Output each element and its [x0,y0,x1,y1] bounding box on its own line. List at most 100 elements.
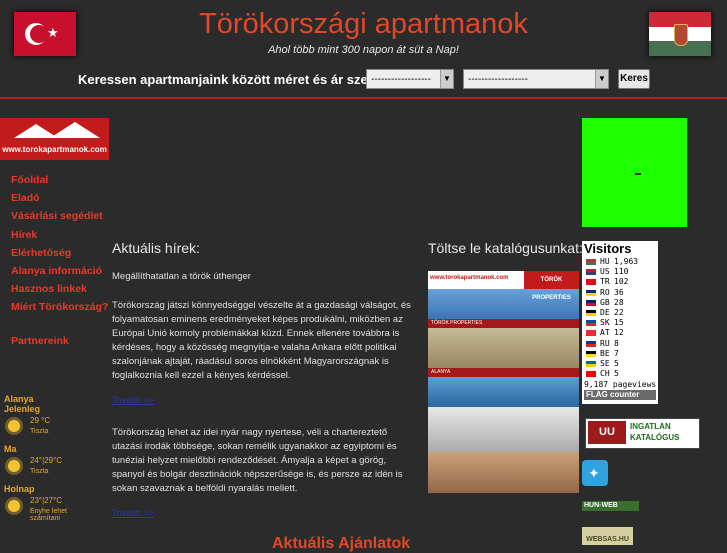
ingatlan-line2: KATALÓGUS [630,433,680,442]
visitor-count: 8 [614,338,619,348]
catalog-header: www.torokapartmanok.com TÖRÖK PROPERTIES [428,271,579,301]
read-more-link[interactable]: Tovább >> [112,506,417,520]
news-headline: Megállíthatatlan a török úthenger [112,271,251,282]
hungary-flag-icon [649,12,711,56]
nav-item-alanya-info[interactable]: Alanya információ [11,265,108,283]
ingatlan-logo: UU [588,421,626,444]
nav-item-for-sale[interactable]: Eladó [11,192,108,210]
country-code: RU [600,338,610,348]
country-code: SK [600,318,610,328]
price-select[interactable]: ------------------ ▼ [463,69,609,89]
hunweb-banner[interactable]: HUN-WEB [582,501,639,511]
house-roof-icon [50,122,100,138]
site-subtitle: Ahol több mint 300 napon át süt a Nap! [268,44,459,56]
size-select[interactable]: ------------------ ▼ [366,69,454,89]
visitor-row: RO 36 [582,288,658,298]
country-code: BE [600,348,610,358]
visitor-row: BE 7 [582,349,658,359]
weather-city: Ma [4,444,17,454]
country-flag-icon [586,371,596,378]
ingatlan-line1: INGATLAN [630,422,671,431]
visitor-row: RU 8 [582,339,658,349]
country-code: SE [600,358,610,368]
visitor-count: 102 [614,277,629,287]
country-flag-icon [586,299,596,306]
visitor-row: US 110 [582,267,658,277]
country-flag-icon [586,259,596,265]
weather-desc: Tiszta [30,468,49,475]
chevron-down-icon: ▼ [440,70,453,88]
sun-icon [8,420,20,432]
visitor-count: 36 [614,287,624,297]
nav-item-home[interactable]: Főoldal [11,174,108,192]
catalog-image [428,328,579,368]
weather-desc: Tiszta [30,428,49,435]
country-code: GB [600,297,610,307]
visitors-list: HU 1,963 US 110 TR 102 RO 36 GB 28 DE 22 SK 15 AT 12 RU 8… [582,257,658,379]
visitor-row: SK 15 [582,318,658,328]
weather-temp: 23°|27°C [30,496,63,505]
country-flag-icon [586,279,596,286]
country-flag-icon [586,289,596,296]
country-code: RO [600,287,610,297]
visitor-count: 5 [614,358,619,368]
nav-item-useful-links[interactable]: Hasznos linkek [11,283,108,301]
websas-banner[interactable]: WEBSAS.HU [582,527,633,545]
site-title: Törökországi apartmanok [199,8,528,40]
nav-item-buying-guide[interactable]: Vásárlási segédlet [11,210,108,228]
catalog-brand: TÖRÖK PROPERTIES [524,271,579,301]
nav-item-contact[interactable]: Elérhetőség [11,247,108,265]
flag-counter-logo: FLAG counter [584,390,656,401]
pageviews-count: 9,187 pageviews [584,380,657,390]
news-body: Megállíthatatlan a török úthenger Töröko… [112,270,417,539]
site-logo[interactable]: www.torokapartmanok.com [0,118,109,160]
flag-counter[interactable]: Visitors HU 1,963 US 110 TR 102 RO 36 GB 28 DE 22 SK… [582,241,658,404]
weather-temp: 24°|29°C [30,456,63,465]
search-button[interactable]: Keres [618,69,650,89]
visitor-row: DE 22 [582,308,658,318]
catalog-image [428,407,579,452]
visitors-title: Visitors [584,241,632,256]
country-flag-icon [586,320,596,327]
offers-heading: Aktuális Ajánlatok [272,535,411,552]
size-select-value: ------------------ [371,74,431,85]
visitor-row: SE 5 [582,359,658,369]
twitter-icon[interactable]: ✦ [582,460,608,486]
price-select-value: ------------------ [468,74,528,85]
nav-item-why-turkey[interactable]: Miért Törökország? [11,301,108,319]
country-code: US [600,267,610,277]
read-more-link[interactable]: Tovább >> [112,393,417,407]
logo-url: www.torokapartmanok.com [2,145,107,154]
visitor-row: GB 28 [582,298,658,308]
country-code: DE [600,307,610,317]
visitor-count: 22 [614,307,624,317]
visitor-count: 15 [614,318,624,328]
catalog-strip: ALANYA [428,368,579,377]
country-flag-icon [586,360,596,367]
ingatlan-katalogus-banner[interactable]: UU INGATLAN KATALÓGUS [585,418,700,449]
country-code: AT [600,328,610,338]
weather-temp: 29 °C [30,416,51,425]
search-label: Keressen apartmanjaink között méret és á… [78,72,394,87]
nav-item-news[interactable]: Hírek [11,229,108,247]
weather-city: Alanya Jelenleg [4,394,41,414]
nav-item-partners[interactable]: Partnereink [11,335,108,353]
news-paragraph: Törökország játszi könnyedséggel vészelt… [112,300,411,381]
catalog-image [428,452,579,493]
bird-icon: ✦ [588,465,600,481]
visitor-row: HU 1,963 [582,257,658,267]
sun-icon [8,460,20,472]
country-code: HU [600,257,610,266]
main-nav: Főoldal Eladó Vásárlási segédlet Hírek E… [11,174,108,353]
news-title: Aktuális hírek: [112,240,200,256]
visitor-count: 1,963 [614,257,639,266]
country-code: CH [600,369,610,379]
ad-banner[interactable] [582,118,687,227]
chevron-down-icon: ▼ [595,70,608,88]
visitor-row: AT 12 [582,328,658,338]
weather-row: 24°|29°C Tiszta [4,454,104,484]
header-divider [0,97,727,99]
catalog-url: www.torokapartmanok.com [430,275,509,281]
catalog-download[interactable]: www.torokapartmanok.com TÖRÖK PROPERTIES… [428,271,579,493]
sun-icon [8,500,20,512]
